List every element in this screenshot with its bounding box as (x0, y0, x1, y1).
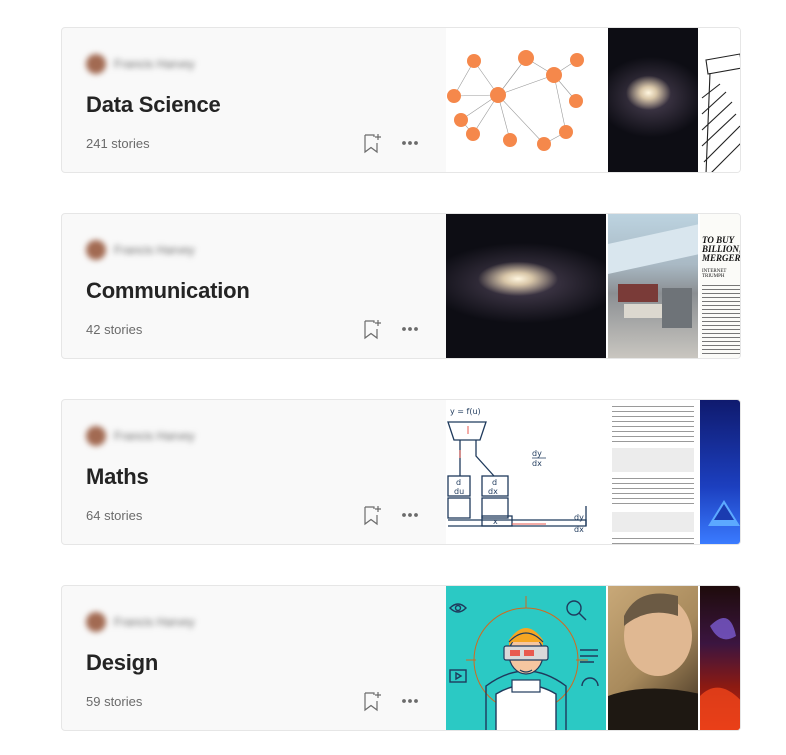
blue-shapes-thumbnail[interactable] (698, 400, 740, 544)
list-card-design[interactable]: Francis Harvey Design 59 stories (61, 585, 741, 731)
cockpit-thumbnail[interactable] (606, 214, 698, 358)
abstract-image (700, 618, 740, 730)
list-card-data-science[interactable]: Francis Harvey Data Science 241 stories (61, 27, 741, 173)
more-horizontal-icon (402, 141, 418, 145)
newspaper-thumbnail[interactable]: TO BUY BILLION; MERGER INTERNET TRIUMPH (698, 214, 741, 358)
bookmark-plus-icon (364, 320, 381, 340)
article-text-block (608, 400, 698, 544)
galaxy-thumbnail[interactable] (446, 214, 606, 358)
list-info: Francis Harvey Communication 42 stories (62, 214, 446, 358)
diagram-label: dx (532, 459, 542, 468)
diagram-label: dx (574, 525, 584, 534)
blue-shapes-image (708, 500, 740, 526)
story-count: 42 stories (86, 322, 143, 337)
author[interactable]: Francis Harvey (86, 612, 195, 632)
chain-rule-diagram: y = f(u) dy dx d du d dx x dy dx (447, 407, 587, 534)
more-options-button[interactable] (398, 689, 422, 713)
save-list-button[interactable] (360, 317, 384, 341)
diagram-label: dy (574, 513, 584, 522)
more-horizontal-icon (402, 327, 418, 331)
article-text-lines (702, 285, 740, 355)
story-count: 64 stories (86, 508, 143, 523)
bookmark-plus-icon (364, 506, 381, 526)
avatar[interactable] (86, 54, 106, 74)
network-graph-thumbnail[interactable] (446, 28, 606, 172)
vr-illustration (449, 596, 599, 730)
diagram-label: x (493, 517, 498, 526)
author-name[interactable]: Francis Harvey (114, 429, 195, 443)
portrait-image (608, 593, 698, 730)
list-title[interactable]: Maths (86, 464, 149, 490)
avatar[interactable] (86, 612, 106, 632)
author-name[interactable]: Francis Harvey (114, 57, 195, 71)
story-count: 59 stories (86, 694, 143, 709)
list-info: Francis Harvey Maths 64 stories (62, 400, 446, 544)
sketch-thumbnail[interactable] (698, 28, 740, 172)
newspaper-page: TO BUY BILLION; MERGER INTERNET TRIUMPH (700, 214, 741, 355)
author[interactable]: Francis Harvey (86, 54, 195, 74)
abstract-thumbnail[interactable] (698, 586, 740, 730)
diagram-label: d (492, 478, 497, 487)
cockpit-image (608, 224, 698, 328)
save-list-button[interactable] (360, 503, 384, 527)
diagram-label: dx (488, 487, 498, 496)
author[interactable]: Francis Harvey (86, 426, 195, 446)
vr-illustration-thumbnail[interactable] (446, 586, 606, 730)
save-list-button[interactable] (360, 689, 384, 713)
thumbnail-strip[interactable]: y = f(u) dy dx d du d dx x dy dx (446, 400, 740, 544)
list-title[interactable]: Data Science (86, 92, 221, 118)
sketch-image (701, 53, 740, 172)
author-name[interactable]: Francis Harvey (114, 243, 195, 257)
network-graph-image (447, 50, 584, 151)
more-options-button[interactable] (398, 131, 422, 155)
thumbnail-strip[interactable]: TO BUY BILLION; MERGER INTERNET TRIUMPH (446, 214, 741, 358)
more-horizontal-icon (402, 513, 418, 517)
thumbnail-strip[interactable] (446, 586, 740, 730)
avatar[interactable] (86, 240, 106, 260)
list-title[interactable]: Design (86, 650, 158, 676)
diagram-label: d (456, 478, 461, 487)
list-card-maths[interactable]: Francis Harvey Maths 64 stories y = f(u)… (61, 399, 741, 545)
diagram-label: dy (532, 449, 542, 458)
list-info: Francis Harvey Data Science 241 stories (62, 28, 446, 172)
save-list-button[interactable] (360, 131, 384, 155)
diagram-label: du (454, 487, 464, 496)
headline-line: MERGER (702, 253, 741, 263)
portrait-painting-thumbnail[interactable] (606, 586, 698, 730)
thumbnail-strip[interactable] (446, 28, 740, 172)
chain-rule-diagram-thumbnail[interactable]: y = f(u) dy dx d du d dx x dy dx (446, 400, 606, 544)
more-options-button[interactable] (398, 503, 422, 527)
subheadline: INTERNET TRIUMPH (702, 269, 727, 279)
more-horizontal-icon (402, 699, 418, 703)
bookmark-plus-icon (364, 134, 381, 154)
more-options-button[interactable] (398, 317, 422, 341)
avatar[interactable] (86, 426, 106, 446)
bookmark-plus-icon (364, 692, 381, 712)
list-info: Francis Harvey Design 59 stories (62, 586, 446, 730)
list-card-communication[interactable]: Francis Harvey Communication 42 stories (61, 213, 741, 359)
article-text-thumbnail[interactable] (606, 400, 698, 544)
author-name[interactable]: Francis Harvey (114, 615, 195, 629)
author[interactable]: Francis Harvey (86, 240, 195, 260)
diagram-label: y = f(u) (450, 407, 481, 416)
galaxy-thumbnail[interactable] (606, 28, 698, 172)
list-title[interactable]: Communication (86, 278, 250, 304)
story-count: 241 stories (86, 136, 150, 151)
